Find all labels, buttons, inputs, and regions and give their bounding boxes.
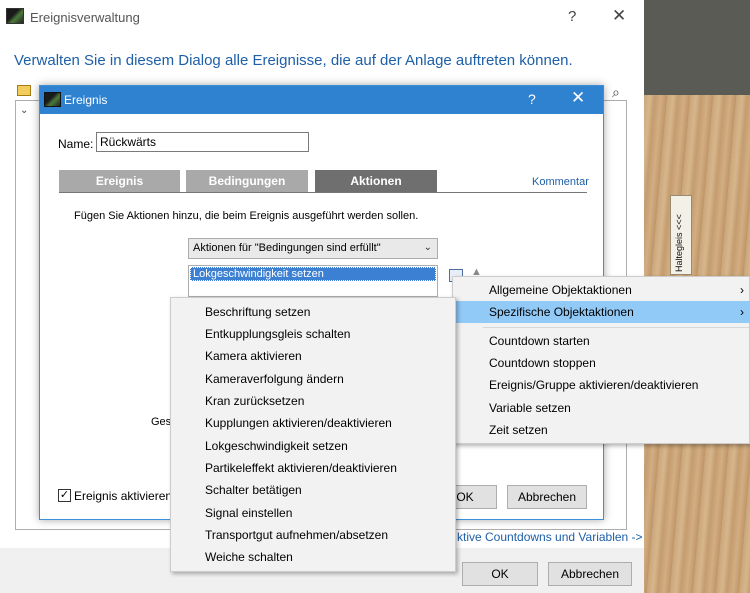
tab-aktionen[interactable]: Aktionen (315, 170, 437, 192)
activate-event-label[interactable]: Ereignis aktivieren (74, 489, 172, 503)
tab-ereignis[interactable]: Ereignis (59, 170, 180, 192)
main-description: Verwalten Sie in diesem Dialog alle Erei… (14, 52, 573, 69)
scene-background-top (644, 0, 750, 95)
submenu-item[interactable]: Transportgut aufnehmen/absetzen (172, 524, 455, 546)
folder-icon[interactable] (17, 85, 31, 96)
submenu-item[interactable]: Partikeleffekt aktivieren/deaktivieren (172, 457, 455, 479)
name-input[interactable]: Rückwärts (96, 132, 309, 152)
chevron-right-icon: › (740, 283, 744, 297)
event-dialog-title: Ereignis (64, 93, 108, 107)
add-action-menu: Allgemeine Objektaktionen › Spezifische … (452, 276, 750, 444)
tab-bedingungen[interactable]: Bedingungen (186, 170, 308, 192)
event-titlebar: Ereignis ? ✕ (40, 86, 603, 114)
tab-kommentar[interactable]: Kommentar (532, 176, 589, 188)
train-app-icon (6, 8, 24, 24)
main-ok-button[interactable]: OK (462, 562, 538, 586)
menu-item-countdown-start[interactable]: Countdown starten (454, 330, 750, 352)
menu-item-toggle-event[interactable]: Ereignis/Gruppe aktivieren/deaktivieren (454, 374, 750, 396)
search-icon[interactable]: ⌕ (612, 84, 620, 101)
chevron-down-icon[interactable]: ⌄ (20, 105, 28, 116)
list-item[interactable]: Lokgeschwindigkeit setzen (190, 267, 436, 281)
menu-item-specific-actions[interactable]: Spezifische Objektaktionen › (454, 301, 750, 323)
activate-event-checkbox[interactable]: ✓ (58, 489, 71, 502)
action-list[interactable]: Lokgeschwindigkeit setzen (188, 265, 438, 297)
main-window-title: Ereignisverwaltung (30, 10, 140, 25)
main-cancel-button[interactable]: Abbrechen (548, 562, 632, 586)
actions-instruction: Fügen Sie Aktionen hinzu, die beim Ereig… (74, 210, 419, 222)
menu-item-general-actions[interactable]: Allgemeine Objektaktionen › (454, 279, 750, 301)
submenu-item[interactable]: Kran zurücksetzen (172, 390, 455, 412)
action-set-dropdown-value: Aktionen für "Bedingungen sind erfüllt" (193, 242, 381, 254)
close-button[interactable]: ✕ (612, 6, 626, 26)
scene-sign-text: Haltegleis <<< (674, 214, 684, 272)
action-set-dropdown[interactable]: Aktionen für "Bedingungen sind erfüllt" … (188, 238, 438, 259)
submenu-item[interactable]: Weiche schalten (172, 546, 455, 568)
event-help-button[interactable]: ? (528, 91, 536, 107)
menu-item-set-time[interactable]: Zeit setzen (454, 419, 750, 441)
main-titlebar: Ereignisverwaltung ? ✕ (0, 0, 644, 34)
menu-item-set-variable[interactable]: Variable setzen (454, 397, 750, 419)
specific-actions-submenu: Beschriftung setzen Entkupplungsgleis sc… (170, 297, 456, 572)
submenu-item[interactable]: Kameraverfolgung ändern (172, 368, 455, 390)
scene-sign: Haltegleis <<< (670, 195, 692, 275)
submenu-item[interactable]: Signal einstellen (172, 502, 455, 524)
train-app-icon (44, 92, 61, 107)
submenu-item[interactable]: Lokgeschwindigkeit setzen (172, 435, 455, 457)
chevron-right-icon: › (740, 305, 744, 319)
tab-divider (59, 192, 587, 193)
chevron-down-icon: ⌄ (423, 242, 432, 253)
event-cancel-button[interactable]: Abbrechen (507, 485, 587, 509)
help-button[interactable]: ? (568, 8, 576, 25)
menu-item-label: Spezifische Objektaktionen (489, 305, 634, 319)
submenu-item[interactable]: Entkupplungsgleis schalten (172, 323, 455, 345)
submenu-item[interactable]: Kupplungen aktivieren/deaktivieren (172, 412, 455, 434)
submenu-item[interactable]: Beschriftung setzen (172, 301, 455, 323)
name-label: Name: (58, 137, 94, 151)
menu-item-label: Allgemeine Objektaktionen (489, 283, 632, 297)
submenu-item[interactable]: Kamera aktivieren (172, 345, 455, 367)
menu-item-countdown-stop[interactable]: Countdown stoppen (454, 352, 750, 374)
active-countdowns-link[interactable]: ktive Countdowns und Variablen -> (457, 530, 643, 544)
submenu-item[interactable]: Schalter betätigen (172, 479, 455, 501)
event-close-button[interactable]: ✕ (571, 88, 585, 108)
menu-separator (483, 327, 749, 328)
partial-label: Ges (151, 416, 172, 428)
